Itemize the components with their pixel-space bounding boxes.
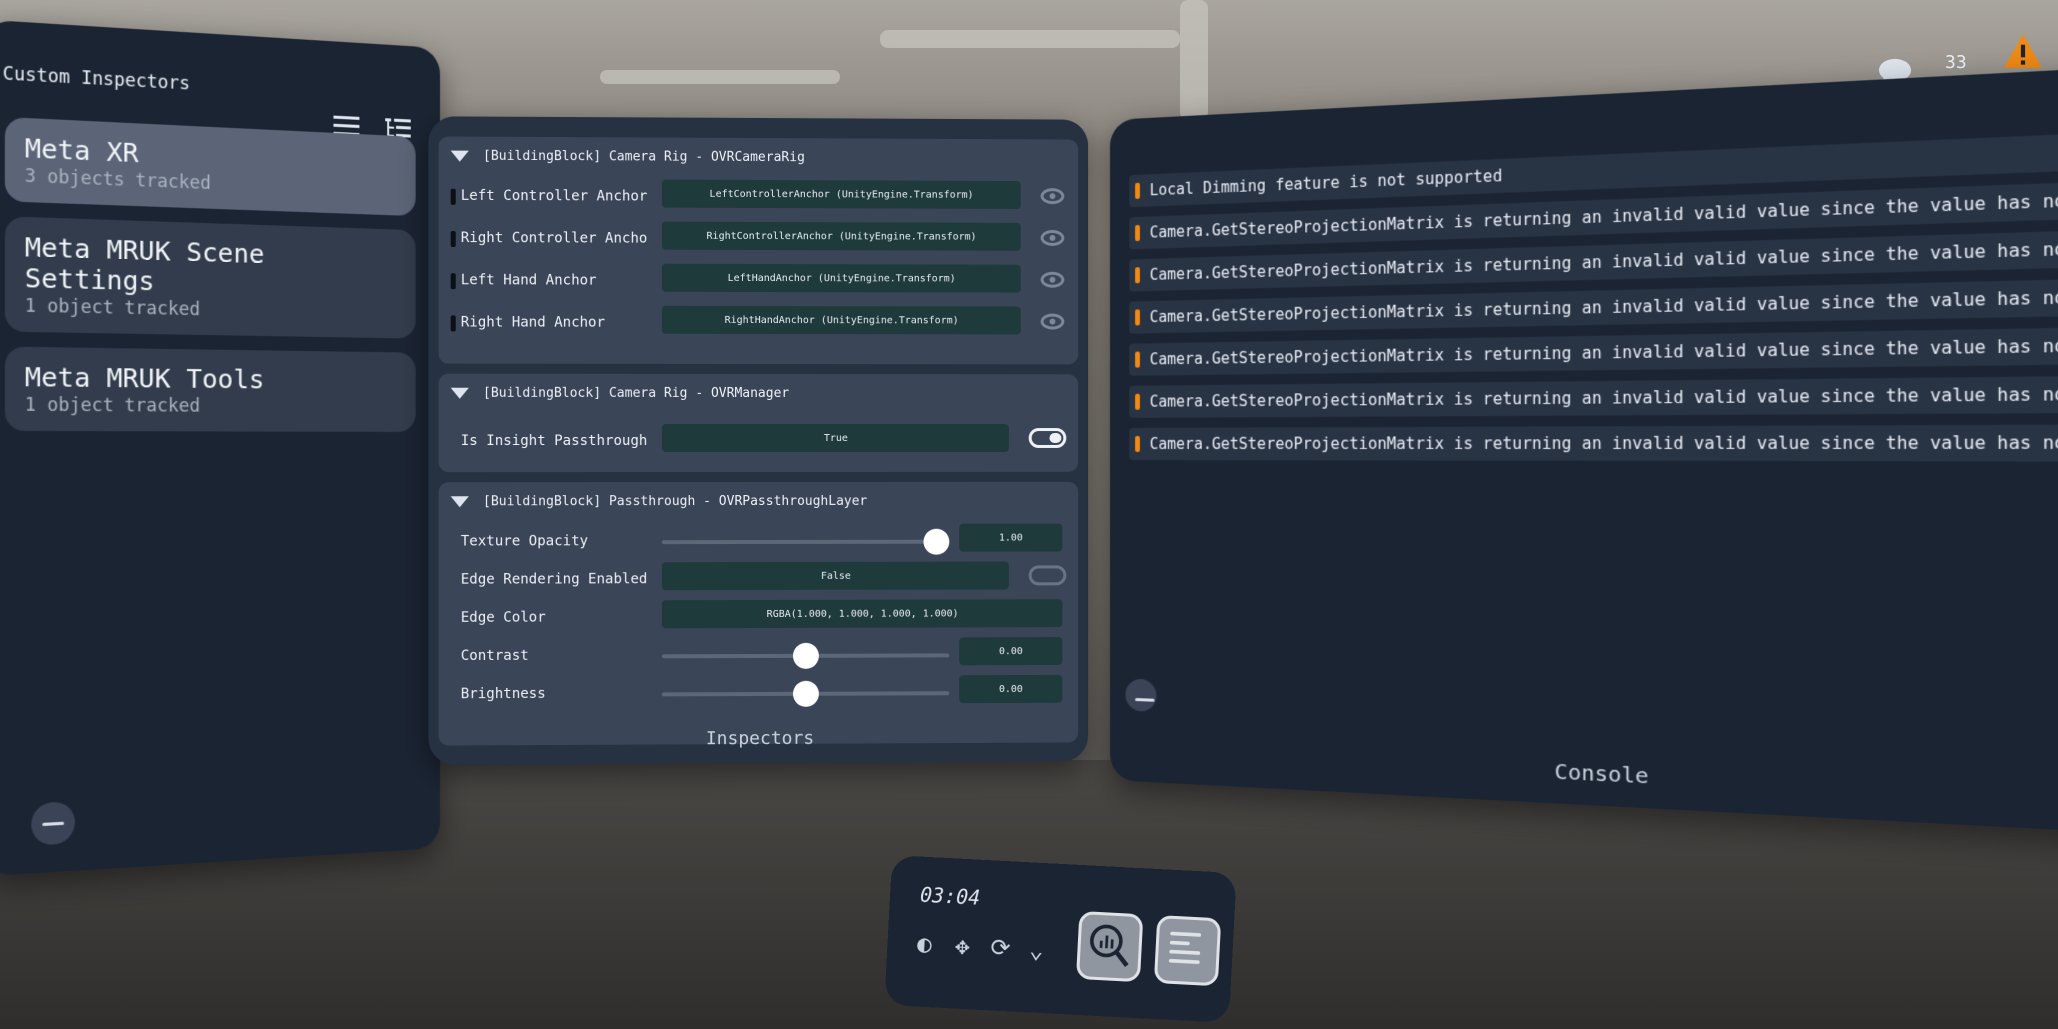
session-timer: 03:04 [919,882,981,910]
property-value[interactable]: True [661,423,1009,453]
section-header[interactable]: [BuildingBlock] Camera Rig - OVRManager [439,374,1079,412]
panel-title: Custom Inspectors [2,63,190,95]
property-value[interactable]: False [661,561,1009,591]
property-label: Texture Opacity [460,533,589,550]
section-title: [BuildingBlock] Passthrough - OVRPassthr… [482,493,868,509]
property-label: Contrast [460,647,529,665]
property-label: Brightness [460,685,546,703]
log-message: Camera.GetStereoProjectionMatrix is retu… [1149,334,2058,369]
magnifier-chart-icon [1090,924,1129,968]
property-row-edge-color: Edge Color RGBA(1.000, 1.000, 1.000, 1.0… [439,599,1079,637]
console-panel: Local Dimming feature is not supported C… [1110,63,2058,837]
eye-icon[interactable] [1040,188,1065,205]
log-entry[interactable]: Camera.GetStereoProjectionMatrix is retu… [1129,375,2058,418]
slider-knob[interactable] [792,680,819,707]
inspector-item-count: 1 object tracked [24,394,201,417]
property-label: Edge Color [460,609,546,626]
eye-icon[interactable] [1040,313,1065,330]
property-row: Left Hand Anchor LeftHandAnchor (UnityEn… [439,263,1079,301]
property-value[interactable]: LeftHandAnchor (UnityEngine.Transform) [661,263,1021,293]
log-message: Camera.GetStereoProjectionMatrix is retu… [1149,285,2058,327]
property-label: Edge Rendering Enabled [460,571,648,588]
refresh-icon[interactable]: ⟳ [987,933,1014,962]
warning-level-marker [1135,267,1140,284]
section-header[interactable]: [BuildingBlock] Passthrough - OVRPassthr… [439,482,1079,521]
slider-track[interactable] [661,539,950,545]
section-header[interactable]: [BuildingBlock] Camera Rig - OVRCameraRi… [439,136,1079,177]
property-row-texture-opacity: Texture Opacity 1.00 [439,523,1079,561]
text-lines-icon [1168,931,1202,964]
contrast-icon[interactable]: ◐ [911,930,938,959]
property-value[interactable]: 0.00 [959,637,1063,666]
console-toggle-button[interactable] [1153,915,1222,987]
log-message: Camera.GetStereoProjectionMatrix is retu… [1149,432,2058,454]
inspectors-panel: [BuildingBlock] Camera Rig - OVRCameraRi… [428,116,1089,765]
property-row: Right Controller Ancho RightControllerAn… [439,221,1079,259]
property-value[interactable]: RightControllerAnchor (UnityEngine.Trans… [661,221,1021,251]
section-camera-rig: [BuildingBlock] Camera Rig - OVRCameraRi… [438,136,1079,365]
property-value[interactable]: 1.00 [959,523,1063,552]
property-label: Is Insight Passthrough [460,432,648,450]
property-label: Left Hand Anchor [460,272,597,289]
background-pipe [880,30,1180,48]
collapse-icon[interactable]: ⌄ [1023,935,1050,964]
log-entry[interactable]: Camera.GetStereoProjectionMatrix is retu… [1129,325,2058,376]
background-pipe [600,70,840,84]
property-row: Left Controller Anchor LeftControllerAnc… [439,179,1079,217]
inspector-item-name: Meta MRUK Scene Settings [24,231,265,297]
property-value[interactable]: RGBA(1.000, 1.000, 1.000, 1.000) [661,599,1063,629]
toolbar-dock: 03:04 ◐ ✥ ⟳ ⌄ [884,855,1237,1023]
property-row-brightness: Brightness 0.00 [439,674,1079,714]
warning-level-marker [1135,182,1140,200]
slider-knob[interactable] [923,528,950,555]
warning-level-marker [1135,435,1140,453]
log-message: Local Dimming feature is not supported [1149,166,1503,200]
property-row-contrast: Contrast 0.00 [439,637,1079,675]
property-label: Right Controller Ancho [460,230,648,247]
minimize-button[interactable] [1125,678,1157,712]
collapse-triangle-icon[interactable] [450,495,469,507]
custom-inspectors-panel: Custom Inspectors Meta XR 3 objects trac… [0,19,440,877]
inspector-item-name: Meta MRUK Tools [24,361,265,395]
collapse-triangle-icon[interactable] [450,387,469,399]
warning-level-marker [1135,224,1140,242]
property-row: Is Insight Passthrough True [439,423,1079,460]
section-title: [BuildingBlock] Camera Rig - OVRCameraRi… [482,148,805,165]
property-value[interactable]: 0.00 [959,674,1063,704]
background-pipe [1180,0,1208,120]
eye-icon[interactable] [1040,271,1065,288]
move-icon[interactable]: ✥ [949,932,976,961]
section-title: [BuildingBlock] Camera Rig - OVRManager [482,385,790,401]
property-label: Right Hand Anchor [460,314,606,331]
warning-level-marker [1135,351,1140,368]
slider-knob[interactable] [792,642,819,669]
collapse-triangle-icon[interactable] [450,150,469,162]
edge-rendering-toggle[interactable] [1028,565,1067,586]
eye-icon[interactable] [1040,229,1065,246]
property-value[interactable]: LeftControllerAnchor (UnityEngine.Transf… [661,179,1021,209]
warning-level-marker [1135,309,1140,326]
property-row-edge-rendering: Edge Rendering Enabled False [439,561,1079,598]
inspector-item-mruk-tools[interactable]: Meta MRUK Tools 1 object tracked [4,346,416,432]
log-entry[interactable]: Camera.GetStereoProjectionMatrix is retu… [1129,424,2058,462]
section-ovr-manager: [BuildingBlock] Camera Rig - OVRManager … [438,373,1079,473]
inspector-list: Meta XR 3 objects tracked Meta MRUK Scen… [4,116,416,446]
warning-icon[interactable] [2002,32,2044,70]
panel-footer-label: Inspectors [705,727,815,750]
property-value[interactable]: RightHandAnchor (UnityEngine.Transform) [661,305,1021,335]
property-label: Left Controller Anchor [460,187,648,205]
inspectors-toggle-button[interactable] [1075,910,1144,983]
inspector-item-mruk-scene-settings[interactable]: Meta MRUK Scene Settings 1 object tracke… [4,216,416,339]
property-row: Right Hand Anchor RightHandAnchor (Unity… [439,305,1079,342]
section-passthrough-layer: [BuildingBlock] Passthrough - OVRPassthr… [438,481,1079,746]
log-message: Camera.GetStereoProjectionMatrix is retu… [1149,383,2058,411]
minimize-button[interactable] [31,801,75,846]
warning-level-marker [1135,393,1140,410]
message-count: 33 [1945,52,1967,73]
passthrough-toggle[interactable] [1028,428,1067,448]
